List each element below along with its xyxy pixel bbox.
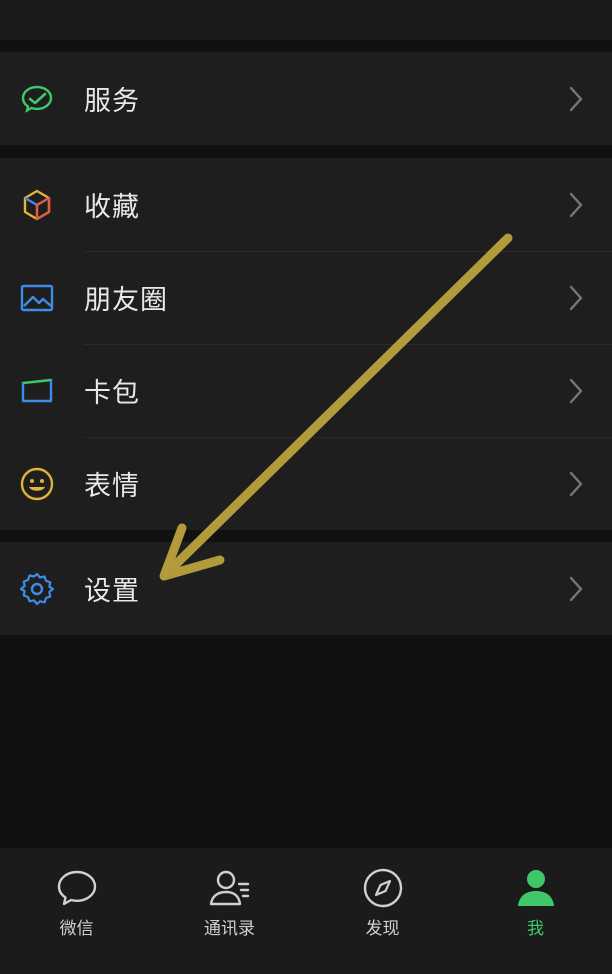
menu-group-main: 收藏 朋友圈 卡包 表情 [0,158,612,530]
tab-label: 通讯录 [204,919,255,939]
moments-icon [19,280,55,316]
contacts-icon [208,866,252,910]
bottom-tab-bar: 微信 通讯录 发现 我 [0,848,612,974]
menu-item-favorites[interactable]: 收藏 [0,158,612,251]
menu-item-stickers[interactable]: 表情 [0,437,612,530]
chevron-right-icon [568,85,584,113]
tab-label: 发现 [365,919,400,939]
chevron-right-icon [568,284,584,312]
tab-chats[interactable]: 微信 [0,848,153,974]
card-wallet-icon [19,373,55,409]
menu-item-services[interactable]: 服务 [0,52,612,145]
menu-item-label: 表情 [84,471,140,502]
menu-item-label: 朋友圈 [84,285,168,316]
tab-label: 我 [527,919,544,939]
menu-item-label: 服务 [84,86,140,117]
me-person-icon [514,866,558,910]
menu-group-settings: 设置 [0,542,612,635]
chevron-right-icon [568,191,584,219]
favorites-icon [19,187,55,223]
tab-discover[interactable]: 发现 [306,848,459,974]
top-bar [0,0,612,40]
settings-gear-icon [19,571,55,607]
menu-item-card-wallet[interactable]: 卡包 [0,344,612,437]
tab-contacts[interactable]: 通讯录 [153,848,306,974]
menu-item-label: 卡包 [84,378,140,409]
sticker-smile-icon [19,466,55,502]
chevron-right-icon [568,470,584,498]
chevron-right-icon [568,575,584,603]
menu-item-settings[interactable]: 设置 [0,542,612,635]
chevron-right-icon [568,377,584,405]
service-icon [19,81,55,117]
chat-bubble-icon [55,866,99,910]
menu-item-moments[interactable]: 朋友圈 [0,251,612,344]
menu-group-services: 服务 [0,52,612,145]
tab-label: 微信 [59,919,94,939]
menu-item-label: 收藏 [84,192,140,223]
discover-compass-icon [361,866,405,910]
tab-me[interactable]: 我 [459,848,612,974]
menu-item-label: 设置 [84,576,140,607]
